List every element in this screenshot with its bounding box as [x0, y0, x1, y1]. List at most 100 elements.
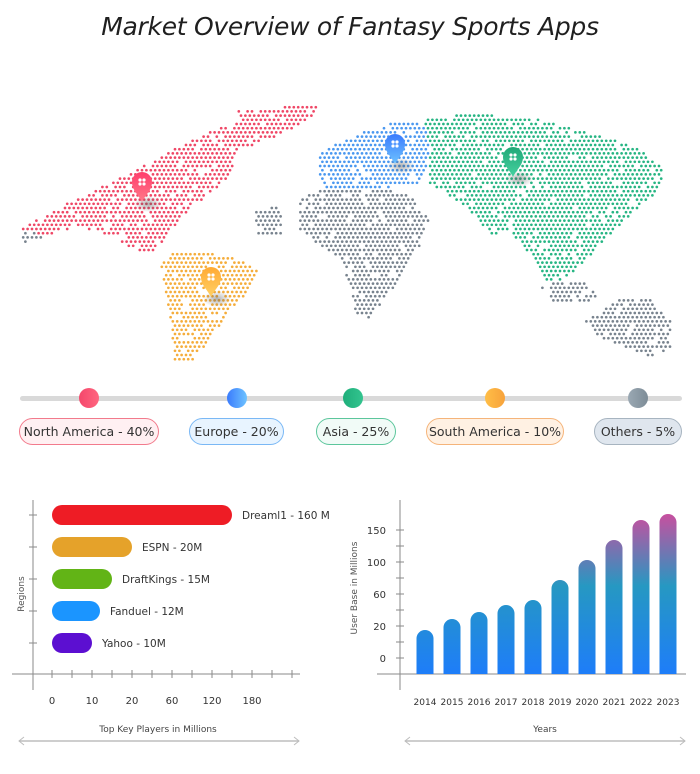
- map-dot-europe: [406, 122, 410, 126]
- map-dot-north-america: [178, 156, 181, 159]
- map-dot-asia: [490, 206, 494, 210]
- map-dot-europe: [402, 131, 406, 134]
- map-dot-asia: [560, 189, 564, 193]
- map-dot-asia: [585, 210, 588, 214]
- map-dot-asia: [549, 160, 553, 164]
- map-dot-north-america: [149, 168, 153, 172]
- map-dot-asia: [439, 177, 443, 180]
- map-dot-asia: [477, 156, 480, 159]
- map-dot-europe: [351, 152, 355, 155]
- map-dot-north-america: [164, 223, 168, 227]
- map-dot-australia: [664, 336, 667, 340]
- map-dot-asia: [459, 114, 463, 117]
- map-dot-australia: [648, 299, 652, 302]
- map-dot-north-america: [224, 177, 227, 180]
- map-dot-asia: [490, 215, 494, 218]
- map-dot-north-america: [215, 177, 219, 180]
- map-dot-asia: [490, 223, 494, 227]
- map-dot-europe: [354, 156, 357, 159]
- map-dot-south-america: [204, 341, 208, 344]
- map-dot-islands: [259, 219, 263, 222]
- map-dot-africa: [332, 223, 335, 227]
- map-dot-asia: [534, 240, 538, 243]
- map-dot-north-america: [215, 143, 219, 147]
- map-dot-asia: [514, 236, 518, 239]
- map-dot-africa: [318, 223, 322, 227]
- map-dot-south-america: [180, 353, 183, 357]
- map-dot-asia: [514, 219, 518, 222]
- map-dot-europe: [334, 185, 337, 189]
- map-dot-north-america: [52, 210, 56, 214]
- map-dot-asia: [492, 160, 496, 164]
- map-dot-asia: [541, 185, 544, 189]
- map-dot-africa: [299, 227, 302, 231]
- map-dot-south-america: [189, 353, 192, 357]
- map-dot-south-america: [237, 286, 241, 290]
- map-dot-asia: [593, 227, 597, 231]
- map-dot-asia: [640, 181, 643, 185]
- map-dot-asia: [611, 219, 615, 222]
- map-dot-north-america: [244, 131, 247, 134]
- map-dot-australia: [624, 320, 628, 323]
- map-dot-africa: [378, 202, 381, 206]
- map-dot-australia: [600, 324, 604, 327]
- map-dot-africa: [369, 311, 373, 315]
- map-dot-north-america: [125, 231, 128, 235]
- map-dot-north-america: [109, 194, 113, 197]
- map-dot-europe: [356, 168, 359, 172]
- map-dot-asia: [624, 177, 628, 180]
- map-dot-africa: [404, 194, 408, 197]
- map-dot-asia: [569, 206, 573, 210]
- map-dot-africa: [402, 223, 406, 227]
- map-dot-asia: [609, 215, 612, 218]
- map-dot-africa: [376, 257, 379, 260]
- map-dot-europe: [356, 143, 359, 147]
- map-dot-europe: [349, 181, 353, 185]
- map-dot-africa: [360, 303, 364, 306]
- map-dot-europe: [345, 156, 348, 159]
- map-dot-asia: [541, 194, 544, 197]
- map-dot-australia: [571, 286, 575, 290]
- map-dot-north-america: [173, 223, 177, 227]
- map-dot-asia: [637, 202, 641, 206]
- map-dot-south-america: [235, 299, 238, 302]
- map-dot-asia: [646, 194, 650, 197]
- map-dot-europe: [354, 147, 357, 151]
- map-dot-asia: [556, 139, 560, 143]
- map-dot-africa: [415, 240, 419, 243]
- map-dot-asia: [512, 189, 516, 193]
- map-dot-europe: [380, 147, 384, 151]
- map-dot-africa: [376, 198, 379, 201]
- map-dot-asia: [558, 278, 562, 281]
- map-dot-africa: [373, 278, 377, 281]
- map-dot-australia: [556, 290, 560, 294]
- map-dot-africa: [345, 206, 348, 210]
- map-dot-north-america: [292, 114, 296, 117]
- map-dot-south-america: [222, 282, 225, 285]
- map-dot-asia: [492, 202, 496, 206]
- map-dot-africa: [404, 261, 408, 264]
- map-dot-north-america: [112, 215, 115, 218]
- map-dot-north-america: [96, 227, 100, 231]
- map-dot-asia: [543, 189, 546, 193]
- map-dot-south-america: [171, 294, 175, 298]
- map-dot-asia: [497, 168, 500, 172]
- map-dot-africa: [393, 240, 397, 243]
- map-dot-asia: [470, 210, 474, 214]
- map-dot-africa: [321, 244, 324, 248]
- map-dot-greenland: [237, 110, 241, 113]
- map-dot-africa: [358, 282, 362, 285]
- map-dot-greenland: [277, 110, 280, 113]
- map-dot-asia: [470, 152, 474, 155]
- map-dot-north-america: [200, 198, 203, 201]
- map-dot-asia: [525, 206, 529, 210]
- map-dot-asia: [629, 185, 632, 189]
- map-dot-europe: [387, 177, 390, 180]
- map-dot-europe: [338, 168, 342, 172]
- map-dot-asia: [483, 143, 487, 147]
- map-dot-asia: [461, 118, 465, 122]
- map-dot-africa: [389, 257, 392, 260]
- map-dot-north-america: [290, 118, 293, 122]
- map-dot-south-america: [202, 320, 205, 323]
- map-dot-south-america: [197, 294, 201, 298]
